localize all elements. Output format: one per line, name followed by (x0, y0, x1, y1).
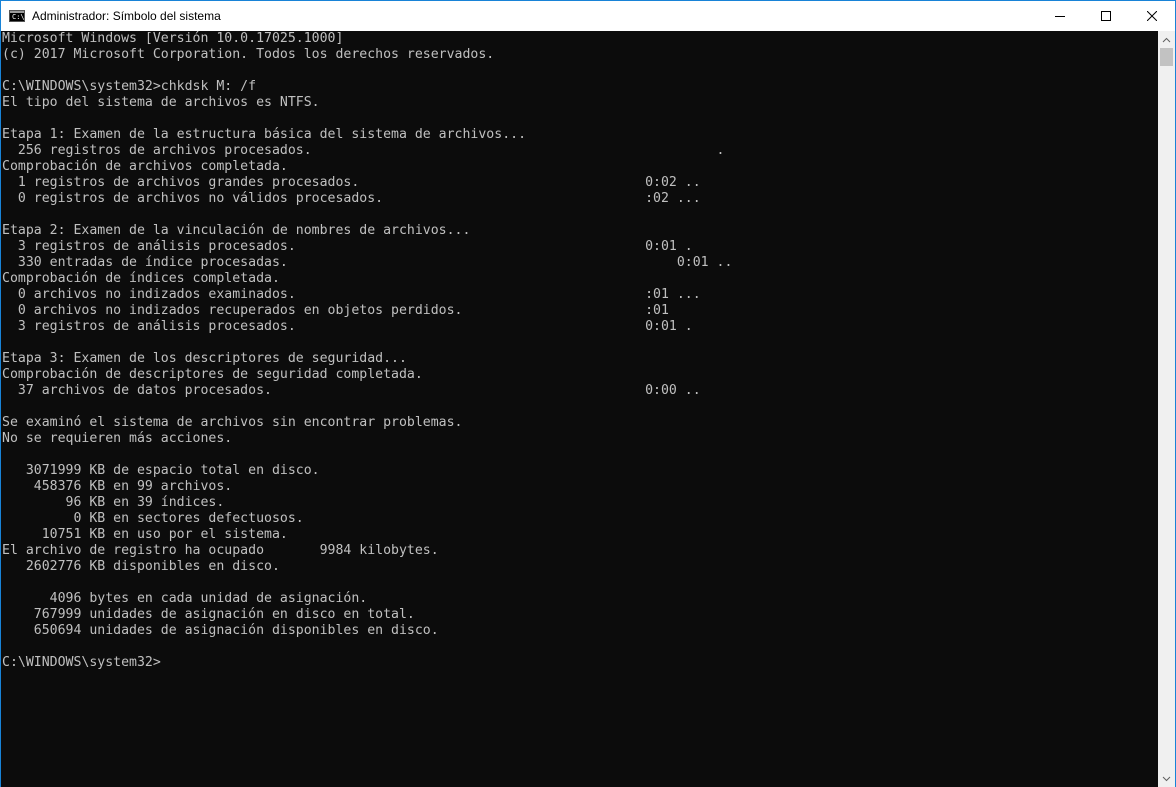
scroll-down-arrow-icon (1162, 776, 1171, 781)
console-line: 96 KB en 39 índices. (2, 495, 225, 510)
title-bar[interactable]: C:\. Administrador: Símbolo del sistema (1, 1, 1175, 31)
cmd-icon[interactable]: C:\. (9, 10, 29, 22)
console-line: Etapa 3: Examen de los descriptores de s… (2, 351, 407, 366)
console-line: Comprobación de archivos completada. (2, 159, 288, 174)
console-line: C:\WINDOWS\system32>chkdsk M: /f (2, 79, 257, 94)
console-line: 0 KB en sectores defectuosos. (2, 511, 304, 526)
console-window: C:\. Administrador: Símbolo del sistema … (0, 0, 1176, 787)
scrollbar-thumb[interactable] (1160, 48, 1173, 66)
console-line: El archivo de registro ha ocupado 9984 k… (2, 543, 439, 558)
console-line: 3071999 KB de espacio total en disco. (2, 463, 320, 478)
console-line: 767999 unidades de asignación en disco e… (2, 607, 415, 622)
close-icon (1147, 11, 1157, 21)
console-line: C:\WINDOWS\system32> (2, 655, 161, 670)
cmd-icon-text: C:\. (12, 13, 29, 21)
console-line: 458376 KB en 99 archivos. (2, 479, 233, 494)
console-line: Comprobación de descriptores de segurida… (2, 367, 423, 382)
console-line: 330 entradas de índice procesadas. 0:01 … (2, 255, 733, 270)
console-line: 0 registros de archivos no válidos proce… (2, 191, 701, 206)
minimize-button[interactable] (1037, 1, 1083, 31)
console-output[interactable]: Microsoft Windows [Versión 10.0.17025.10… (1, 31, 1158, 787)
console-line: Se examinó el sistema de archivos sin en… (2, 415, 463, 430)
scroll-down-button[interactable] (1158, 770, 1175, 787)
console-line: 4096 bytes en cada unidad de asignación. (2, 591, 368, 606)
scroll-up-arrow-icon (1162, 37, 1171, 42)
console-line: 256 registros de archivos procesados. . (2, 143, 725, 158)
console-line: 650694 unidades de asignación disponible… (2, 623, 439, 638)
console-line: (c) 2017 Microsoft Corporation. Todos lo… (2, 47, 495, 62)
console-line: 3 registros de análisis procesados. 0:01… (2, 239, 693, 254)
console-line: 1 registros de archivos grandes procesad… (2, 175, 701, 190)
console-line: Comprobación de índices completada. (2, 271, 280, 286)
console-line: 0 archivos no indizados examinados. :01 … (2, 287, 701, 302)
console-line: Microsoft Windows [Versión 10.0.17025.10… (2, 31, 344, 46)
window-title: Administrador: Símbolo del sistema (32, 9, 221, 23)
console-line: Etapa 1: Examen de la estructura básica … (2, 127, 527, 142)
console-line: 3 registros de análisis procesados. 0:01… (2, 319, 693, 334)
console-line: 37 archivos de datos procesados. 0:00 .. (2, 383, 701, 398)
console-line: No se requieren más acciones. (2, 431, 233, 446)
scroll-up-button[interactable] (1158, 31, 1175, 48)
console-line: El tipo del sistema de archivos es NTFS. (2, 95, 320, 110)
console-line: Etapa 2: Examen de la vinculación de nom… (2, 223, 471, 238)
close-button[interactable] (1129, 1, 1175, 31)
console-line: 0 archivos no indizados recuperados en o… (2, 303, 669, 318)
console-line: 10751 KB en uso por el sistema. (2, 527, 288, 542)
console-line: 2602776 KB disponibles en disco. (2, 559, 280, 574)
vertical-scrollbar[interactable] (1158, 31, 1175, 787)
maximize-button[interactable] (1083, 1, 1129, 31)
maximize-icon (1101, 11, 1111, 21)
minimize-icon (1055, 16, 1065, 17)
